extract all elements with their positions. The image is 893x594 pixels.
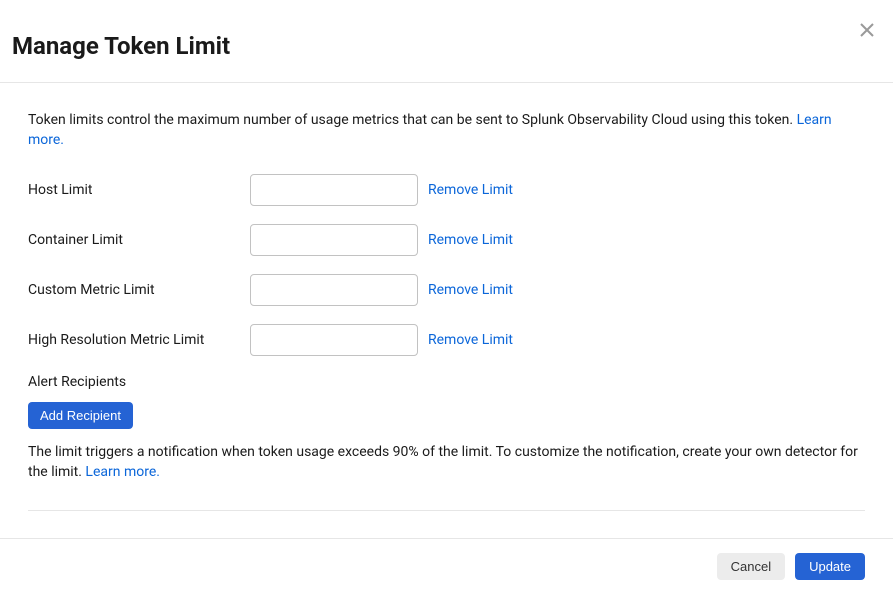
container-limit-label: Container Limit — [28, 232, 250, 248]
host-limit-label: Host Limit — [28, 182, 250, 198]
manage-token-limit-dialog: Manage Token Limit Token limits control … — [0, 0, 893, 594]
alert-note: The limit triggers a notification when t… — [28, 443, 865, 511]
high-resolution-limit-input[interactable] — [250, 324, 418, 356]
dialog-body: Token limits control the maximum number … — [0, 83, 893, 538]
container-limit-row: Container Limit Remove Limit — [28, 224, 865, 256]
alert-learn-more-link[interactable]: Learn more. — [85, 464, 160, 480]
host-limit-input[interactable] — [250, 174, 418, 206]
high-resolution-limit-row: High Resolution Metric Limit Remove Limi… — [28, 324, 865, 356]
custom-metric-limit-input[interactable] — [250, 274, 418, 306]
high-resolution-limit-label: High Resolution Metric Limit — [28, 332, 250, 348]
custom-metric-limit-label: Custom Metric Limit — [28, 282, 250, 298]
cancel-button[interactable]: Cancel — [717, 553, 785, 580]
custom-metric-limit-remove-link[interactable]: Remove Limit — [428, 282, 513, 298]
host-limit-remove-link[interactable]: Remove Limit — [428, 182, 513, 198]
custom-metric-limit-row: Custom Metric Limit Remove Limit — [28, 274, 865, 306]
container-limit-input[interactable] — [250, 224, 418, 256]
alert-recipients-label: Alert Recipients — [28, 374, 865, 390]
update-button[interactable]: Update — [795, 553, 865, 580]
host-limit-row: Host Limit Remove Limit — [28, 174, 865, 206]
intro-text-content: Token limits control the maximum number … — [28, 112, 797, 128]
add-recipient-button[interactable]: Add Recipient — [28, 402, 133, 429]
container-limit-remove-link[interactable]: Remove Limit — [428, 232, 513, 248]
dialog-header: Manage Token Limit — [0, 0, 893, 83]
dialog-title: Manage Token Limit — [12, 32, 881, 60]
dialog-footer: Cancel Update — [0, 538, 893, 594]
high-resolution-limit-remove-link[interactable]: Remove Limit — [428, 332, 513, 348]
intro-text: Token limits control the maximum number … — [28, 111, 865, 150]
close-icon[interactable] — [859, 22, 875, 38]
